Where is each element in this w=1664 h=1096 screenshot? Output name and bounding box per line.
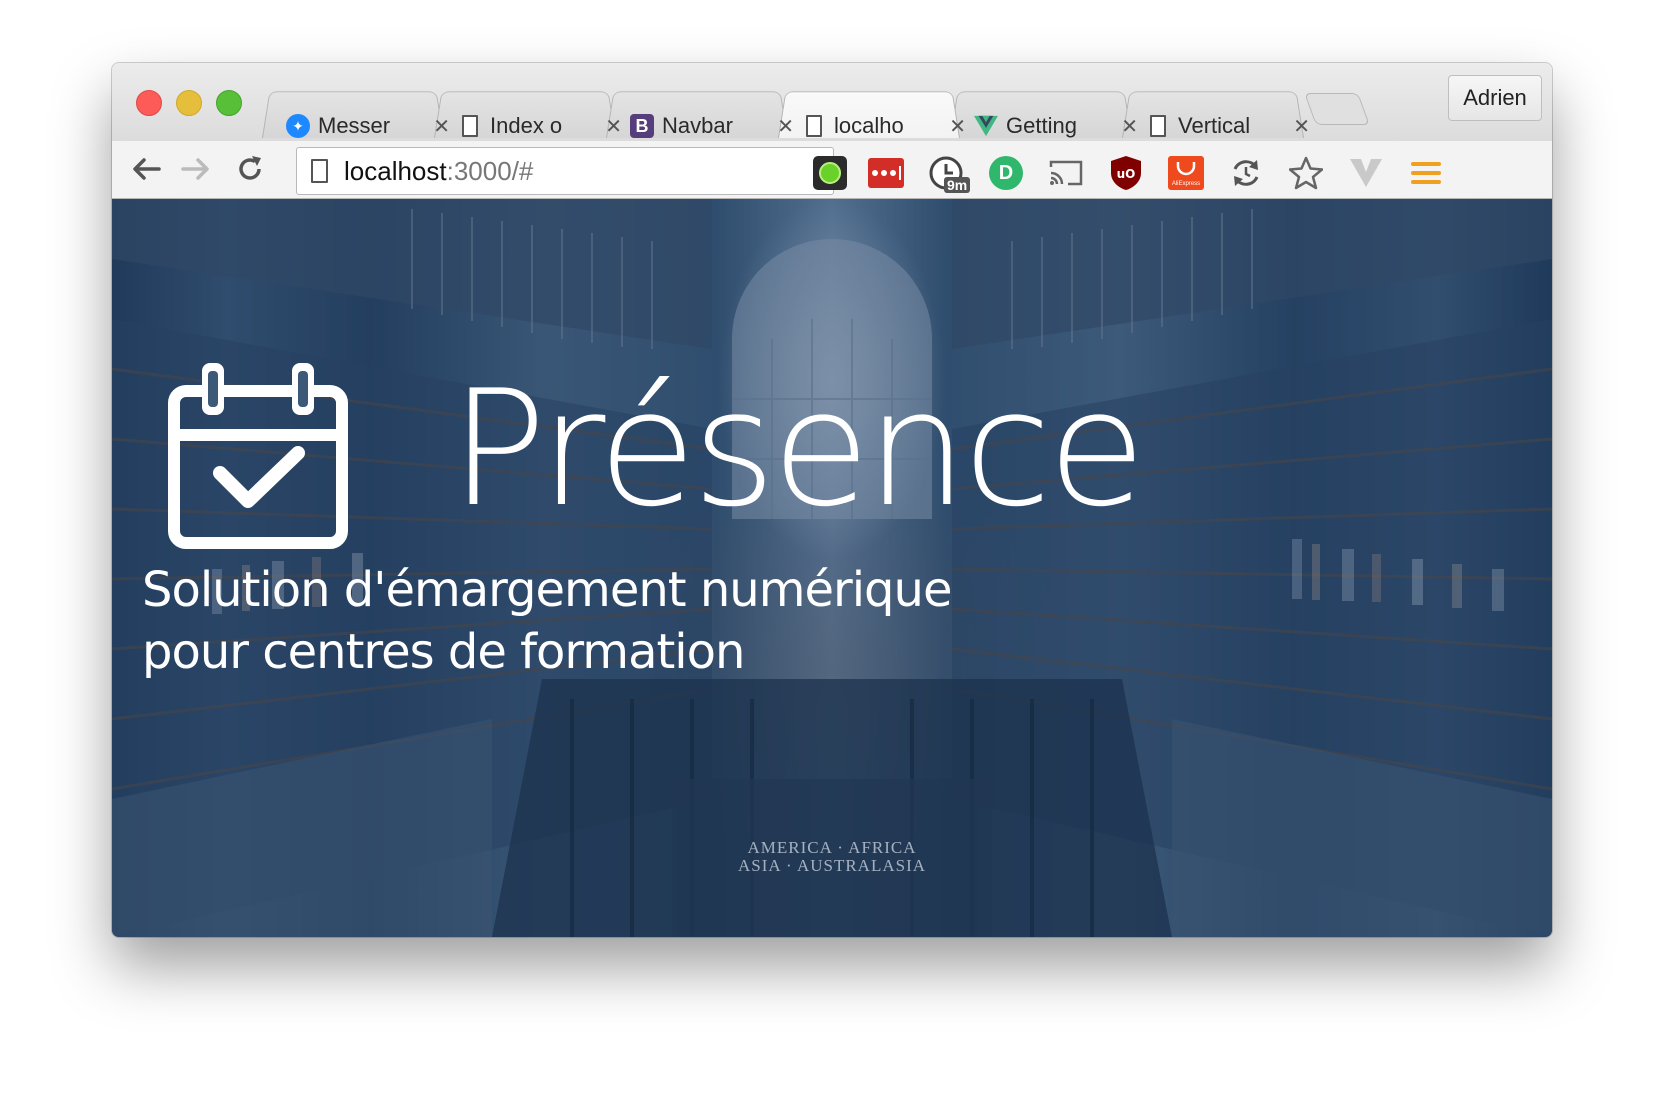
tab-navbar[interactable]: B Navbar ✕: [630, 111, 800, 141]
tab-getting-started[interactable]: Getting ✕: [974, 111, 1144, 141]
forward-button[interactable]: [176, 151, 216, 187]
back-arrow-icon: [133, 158, 161, 180]
sync-extension-icon[interactable]: [1228, 155, 1264, 191]
id-extension-icon[interactable]: D: [988, 155, 1024, 191]
hero-title: Présence: [450, 355, 1146, 542]
reload-icon: [239, 156, 261, 180]
page-icon: [311, 159, 328, 183]
browser-window: ✦ Messer ✕ Index o ✕ B Navbar ✕ localho …: [112, 63, 1552, 937]
messenger-icon: ✦: [286, 114, 310, 138]
minimize-window-button[interactable]: [176, 90, 202, 116]
tab-close-icon[interactable]: ✕: [605, 114, 622, 139]
lastpass-icon[interactable]: [868, 155, 904, 191]
tab-close-icon[interactable]: ✕: [433, 114, 450, 139]
hero-section: Présence Solution d'émargement numérique…: [112, 199, 1552, 937]
tab-close-icon[interactable]: ✕: [1121, 114, 1138, 139]
menu-icon[interactable]: [1408, 155, 1444, 191]
hero-subtitle: Solution d'émargement numérique pour cen…: [142, 559, 1002, 683]
maximize-window-button[interactable]: [216, 90, 242, 116]
timer-extension-icon[interactable]: 9m: [928, 155, 971, 193]
tab-strip: ✦ Messer ✕ Index o ✕ B Navbar ✕ localho …: [262, 87, 1412, 141]
tab-label: Vertical: [1178, 113, 1251, 138]
tab-vertical[interactable]: Vertical ✕: [1146, 111, 1316, 141]
tab-close-icon[interactable]: ✕: [949, 114, 966, 139]
timer-badge: 9m: [944, 177, 971, 193]
aliexpress-label: AliExpress: [1171, 181, 1201, 187]
tab-label: Getting: [1006, 113, 1077, 138]
back-button[interactable]: [126, 151, 166, 187]
aliexpress-icon[interactable]: AliExpress: [1168, 155, 1204, 191]
hero-subtitle-line2: pour centres de formation: [142, 624, 745, 680]
bootstrap-icon: B: [630, 114, 654, 138]
url-path: :3000/#: [446, 155, 534, 186]
ublock-label: uO: [1117, 167, 1136, 181]
reload-button[interactable]: [230, 151, 270, 187]
close-window-button[interactable]: [136, 90, 162, 116]
cast-icon[interactable]: [1048, 155, 1084, 191]
vue-icon: [974, 114, 998, 138]
green-dot-extension-icon[interactable]: [812, 155, 848, 191]
tab-close-icon[interactable]: ✕: [1293, 114, 1310, 139]
page-content: AMERICA · AFRICA ASIA · AUSTRALASIA Prés…: [112, 199, 1552, 937]
vimium-icon[interactable]: [1348, 155, 1384, 191]
bookmark-star-icon[interactable]: [1288, 155, 1324, 191]
tab-close-icon[interactable]: ✕: [777, 114, 794, 139]
tab-index[interactable]: Index o ✕: [458, 111, 628, 141]
hero-subtitle-line1: Solution d'émargement numérique: [142, 562, 952, 618]
url-host: localhost: [344, 155, 447, 186]
tab-localhost[interactable]: localho ✕: [802, 111, 972, 141]
forward-arrow-icon: [181, 158, 209, 180]
tab-label: Index o: [490, 113, 563, 138]
address-bar[interactable]: localhost:3000/#: [296, 147, 834, 195]
tab-label: localho: [834, 113, 904, 138]
page-icon: [1146, 114, 1170, 138]
tab-messenger[interactable]: ✦ Messer ✕: [286, 111, 456, 141]
page-icon: [458, 114, 482, 138]
page-icon: [802, 114, 826, 138]
profile-button[interactable]: Adrien: [1448, 75, 1542, 121]
tab-label: Navbar: [662, 113, 733, 138]
calendar-check-icon: [168, 363, 348, 549]
browser-toolbar: localhost:3000/# 9m D uO AliExpress: [112, 141, 1552, 199]
title-bar: ✦ Messer ✕ Index o ✕ B Navbar ✕ localho …: [112, 63, 1552, 141]
address-url[interactable]: localhost:3000/#: [344, 156, 533, 187]
tab-label: Messer: [318, 113, 391, 138]
ublock-icon[interactable]: uO: [1108, 155, 1144, 191]
